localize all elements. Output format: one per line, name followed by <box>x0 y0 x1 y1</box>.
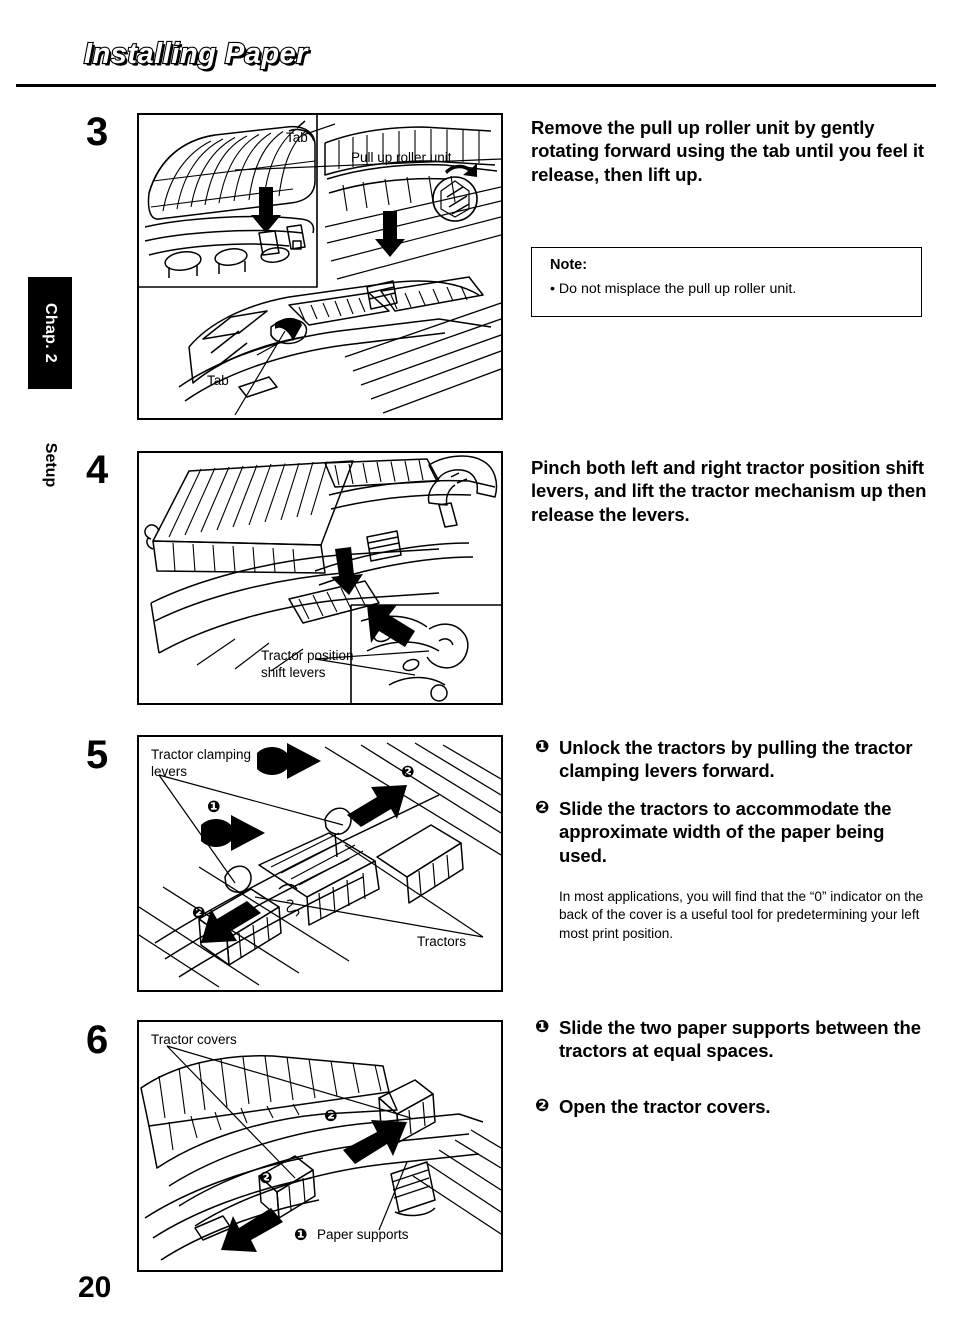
figure-label-tab-bottom: Tab <box>207 373 229 388</box>
page-title: Installing Paper <box>83 37 309 71</box>
figure-label-tractor-clamping-line2: levers <box>151 764 188 779</box>
list-marker-2: ❷ <box>535 1095 550 1115</box>
note-box: Note: • Do not misplace the pull up roll… <box>531 247 922 317</box>
arrow-up-right-icon <box>343 1120 407 1164</box>
arrow-up-right-icon <box>347 785 407 827</box>
section-tab: Setup <box>28 420 72 510</box>
step-6-item-2: ❷ Open the tractor covers. <box>535 1095 933 1118</box>
step-3-instruction: Remove the pull up roller unit by gently… <box>531 117 924 185</box>
figure-label-tractor-covers: Tractor covers <box>151 1032 237 1047</box>
step-4-figure: Tractor position shift levers <box>137 451 503 705</box>
figure-callout-2-upper: ❷ <box>401 764 415 781</box>
figure-label-tractor-position-line2: shift levers <box>261 665 326 680</box>
figure-callout-2-lower: ❷ <box>192 905 206 922</box>
note-bullet: • Do not misplace the pull up roller uni… <box>550 281 797 297</box>
step-6-item-2-text: Open the tractor covers. <box>559 1095 771 1117</box>
step-number: 6 <box>86 1018 109 1062</box>
figure-label-tractor-position-line1: Tractor position <box>261 648 354 663</box>
figure-callout-2-lower: ❷ <box>259 1170 273 1187</box>
step-5-figure: Tractor clamping levers Tractors ❶ ❷ ❶ ❷ <box>137 735 503 992</box>
figure-callout-1-lower: ❶ <box>207 799 221 816</box>
list-marker-1: ❶ <box>535 737 550 756</box>
step-6-items: ❶ Slide the two paper supports between t… <box>535 1016 933 1118</box>
step-4-instruction: Pinch both left and right tractor positi… <box>531 457 927 525</box>
step-5-item-1: ❶ Unlock the tractors by pulling the tra… <box>535 736 930 783</box>
step-5-items: ❶ Unlock the tractors by pulling the tra… <box>535 736 930 867</box>
arrow-left-lower-icon <box>201 815 265 851</box>
page-header: Installing Paper <box>0 0 954 92</box>
figure-label-tractors: Tractors <box>417 934 467 949</box>
step-6-item-1-text: Slide the two paper supports between the… <box>559 1017 921 1062</box>
list-marker-2: ❷ <box>535 797 550 817</box>
step-number: 4 <box>86 448 109 492</box>
note-title: Note: <box>550 257 588 273</box>
figure-label-paper-supports: Paper supports <box>317 1227 409 1242</box>
step-number: 5 <box>86 733 109 777</box>
arrow-up-icon <box>251 187 405 257</box>
section-tab-label: Setup <box>42 442 59 488</box>
chapter-tab: Chap. 2 <box>28 277 72 389</box>
header-divider <box>16 84 936 87</box>
list-marker-1: ❶ <box>535 1017 550 1036</box>
step-3-figure: Tab Pull up roller unit Tab <box>137 113 503 420</box>
figure-callout-2-upper: ❷ <box>324 1108 338 1125</box>
step-5-illustration <box>139 742 501 988</box>
step-6-figure: Tractor covers ❶ Paper supports ❷ ❷ <box>137 1020 503 1272</box>
figure-label-tab-top: Tab <box>286 130 308 145</box>
arrow-down-left-icon <box>221 1208 283 1252</box>
step-6-item-1: ❶ Slide the two paper supports between t… <box>535 1016 933 1063</box>
step-5-small-note: In most applications, you will find that… <box>559 889 924 941</box>
figure-callout-1-upper: ❶ <box>286 750 300 767</box>
chapter-tab-label: Chap. 2 <box>42 303 59 363</box>
figure-label-tractor-clamping-line1: Tractor clamping <box>151 747 252 762</box>
arrow-down-right-icon <box>367 605 415 647</box>
step-5-item-2: ❷ Slide the tractors to accommodate the … <box>535 797 930 867</box>
page-number: 20 <box>78 1271 112 1304</box>
figure-callout-1-paper-supports: ❶ <box>294 1227 308 1244</box>
step-number: 3 <box>86 110 109 154</box>
step-5-item-1-text: Unlock the tractors by pulling the tract… <box>559 737 913 782</box>
arrow-down-left-icon <box>201 901 261 943</box>
figure-label-pull-up-roller-unit: Pull up roller unit <box>351 150 452 165</box>
step-5-item-2-text: Slide the tractors to accommodate the ap… <box>559 797 892 866</box>
